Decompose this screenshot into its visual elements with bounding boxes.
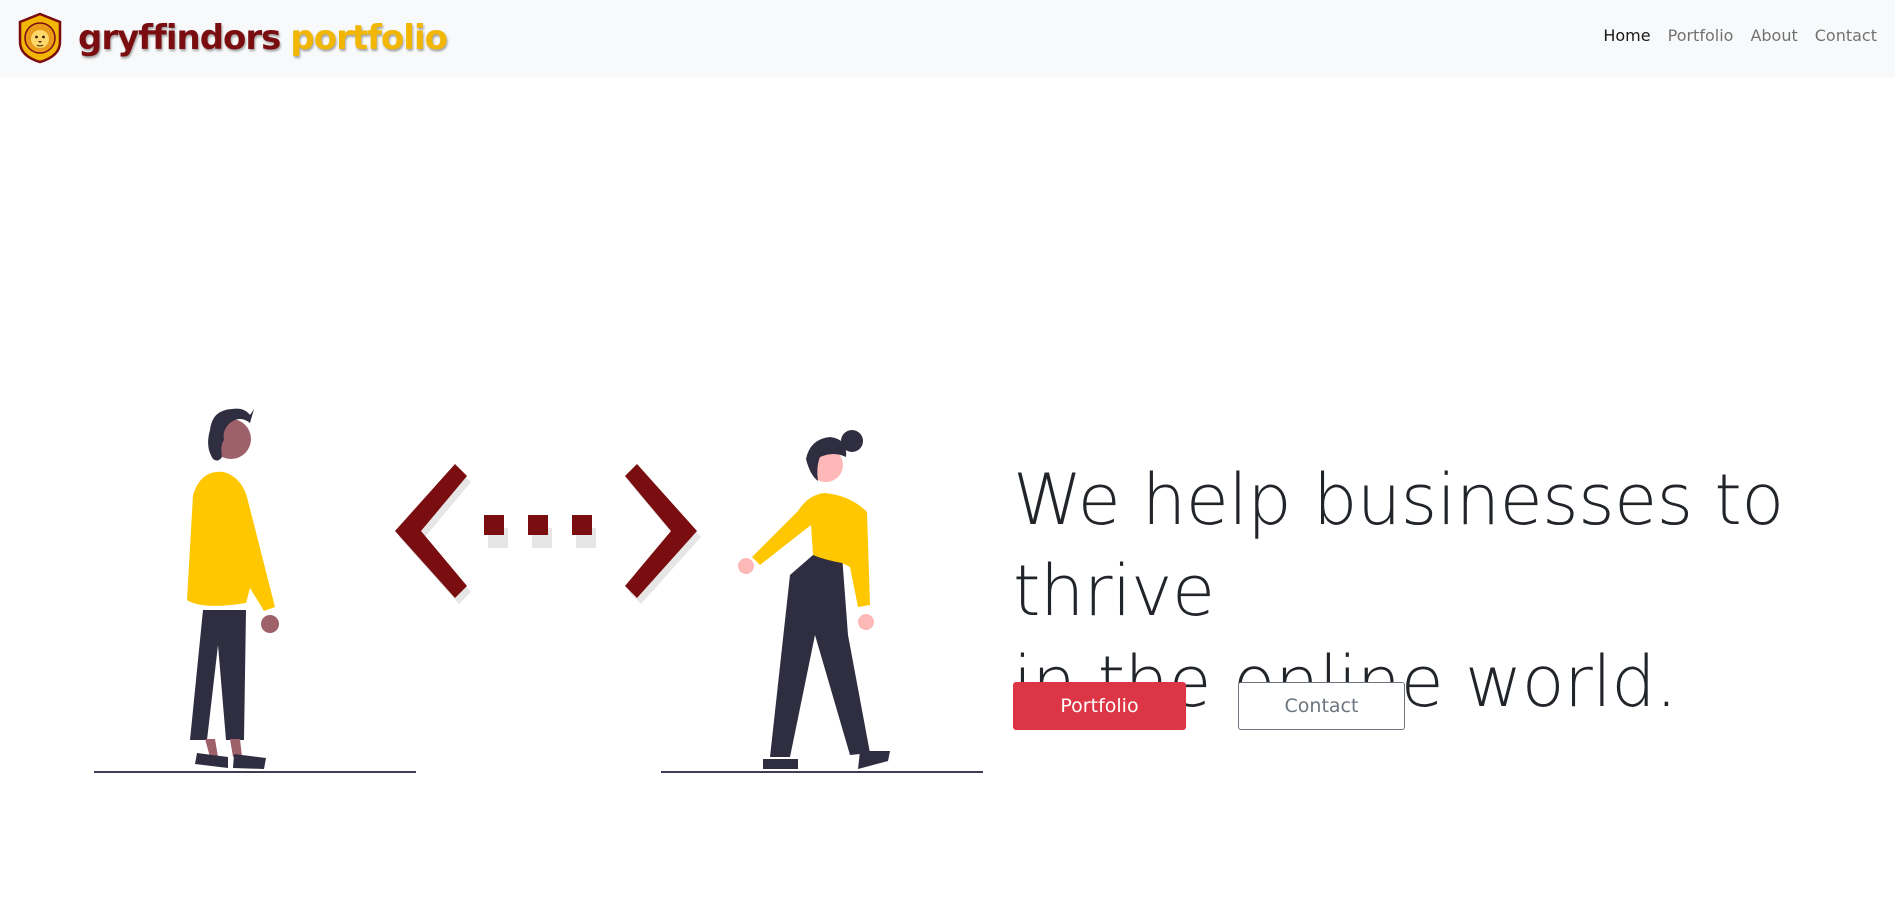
brand-word-portfolio: portfolio [290, 18, 448, 58]
main-nav: Home Portfolio About Contact [1603, 26, 1877, 45]
nav-portfolio[interactable]: Portfolio [1668, 26, 1734, 45]
brand-name: gryffindors portfolio [78, 18, 448, 58]
nav-about[interactable]: About [1750, 26, 1797, 45]
code-symbol [395, 464, 701, 604]
brand-word-gryffindors: gryffindors [78, 18, 281, 58]
man-figure [187, 408, 279, 769]
navbar: gryffindors portfolio Home Portfolio Abou… [0, 0, 1895, 78]
contact-button[interactable]: Contact [1238, 682, 1405, 730]
brand-link[interactable]: gryffindors portfolio [16, 12, 448, 64]
nav-home[interactable]: Home [1603, 26, 1650, 45]
lion-crest-icon [18, 12, 62, 64]
nav-contact[interactable]: Contact [1815, 26, 1877, 45]
woman-figure [738, 430, 890, 769]
headline-line-1: We help businesses to thrive [1013, 459, 1784, 632]
people-code-illustration-icon [94, 408, 983, 773]
portfolio-button[interactable]: Portfolio [1013, 682, 1186, 730]
